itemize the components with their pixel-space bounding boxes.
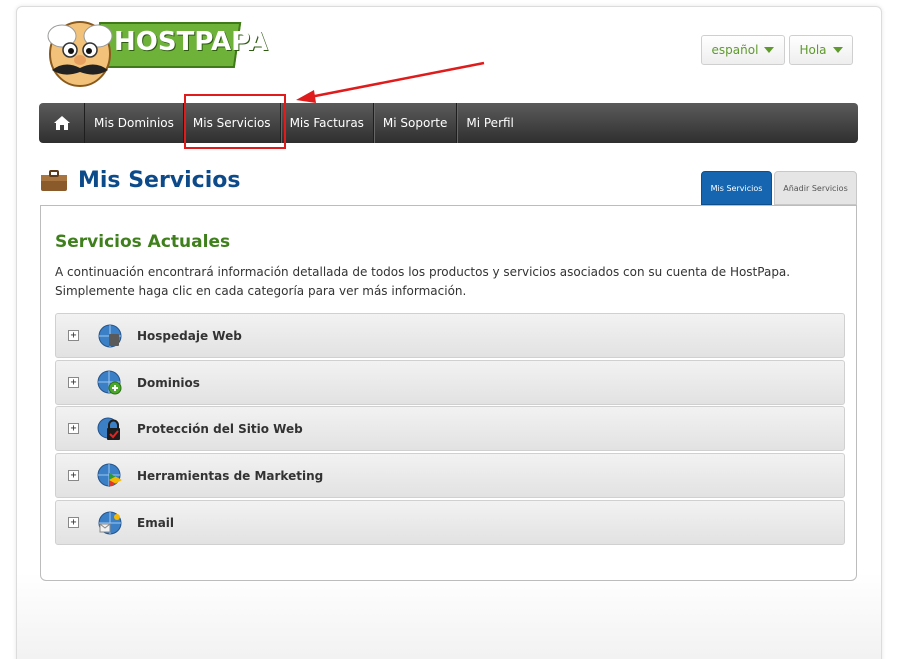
accordion-proteccion-sitio-web[interactable]: + Protección del Sitio Web <box>55 406 845 451</box>
globe-server-icon <box>98 324 122 347</box>
expand-plus-icon[interactable]: + <box>68 330 79 341</box>
expand-plus-icon[interactable]: + <box>68 377 79 388</box>
annotation-highlight-box <box>184 94 286 149</box>
accordion-herramientas-marketing[interactable]: + Herramientas de Marketing <box>55 453 845 498</box>
nav-item-mis-dominios[interactable]: Mis Dominios <box>85 103 184 143</box>
globe-lock-icon <box>97 417 120 440</box>
language-dropdown[interactable]: español <box>701 35 785 65</box>
intro-line-2: Simplemente haga clic en cada categoría … <box>55 284 467 298</box>
accordion-label: Herramientas de Marketing <box>137 468 324 483</box>
expand-plus-icon[interactable]: + <box>68 470 79 481</box>
hostpapa-logo[interactable]: HOSTPAPA <box>40 14 268 92</box>
expand-plus-icon[interactable]: + <box>68 517 79 528</box>
tab-mis-servicios[interactable]: Mis Servicios <box>701 171 772 205</box>
chevron-down-icon <box>832 47 843 53</box>
greeting-label: Hola <box>799 43 827 57</box>
main-navbar: Mis Dominios Mis Servicios Mis Facturas … <box>39 103 858 143</box>
accordion-label: Hospedaje Web <box>137 328 242 343</box>
accordion-label: Protección del Sitio Web <box>137 421 303 436</box>
chevron-down-icon <box>764 47 775 53</box>
briefcase-icon <box>41 169 67 191</box>
globe-mail-icon <box>98 511 122 534</box>
accordion-label: Email <box>137 515 175 530</box>
user-menu-dropdown[interactable]: Hola <box>789 35 853 65</box>
nav-home[interactable] <box>39 103 85 143</box>
expand-plus-icon[interactable]: + <box>68 423 79 434</box>
globe-add-icon <box>97 370 122 394</box>
language-label: español <box>711 43 759 57</box>
nav-item-mi-perfil[interactable]: Mi Perfil <box>457 103 523 143</box>
section-title: Servicios Actuales <box>55 232 231 252</box>
home-icon <box>53 116 70 130</box>
accordion-label: Dominios <box>137 375 200 390</box>
tab-anadir-servicios[interactable]: Añadir Servicios <box>774 171 857 205</box>
nav-item-mis-facturas[interactable]: Mis Facturas <box>281 103 374 143</box>
nav-item-mi-soporte[interactable]: Mi Soporte <box>374 103 458 143</box>
accordion-dominios[interactable]: + Dominios <box>55 360 845 405</box>
accordion-email[interactable]: + Email <box>55 500 845 545</box>
page-title: Mis Servicios <box>40 168 240 193</box>
intro-text: A continuación encontrará información de… <box>55 263 845 301</box>
accordion-hospedaje-web[interactable]: + Hospedaje Web <box>55 313 845 358</box>
globe-play-icon <box>97 463 122 487</box>
logo-text: HOSTPAPA <box>114 27 268 57</box>
intro-line-1: A continuación encontrará información de… <box>55 265 791 279</box>
page-title-text: Mis Servicios <box>78 168 241 193</box>
